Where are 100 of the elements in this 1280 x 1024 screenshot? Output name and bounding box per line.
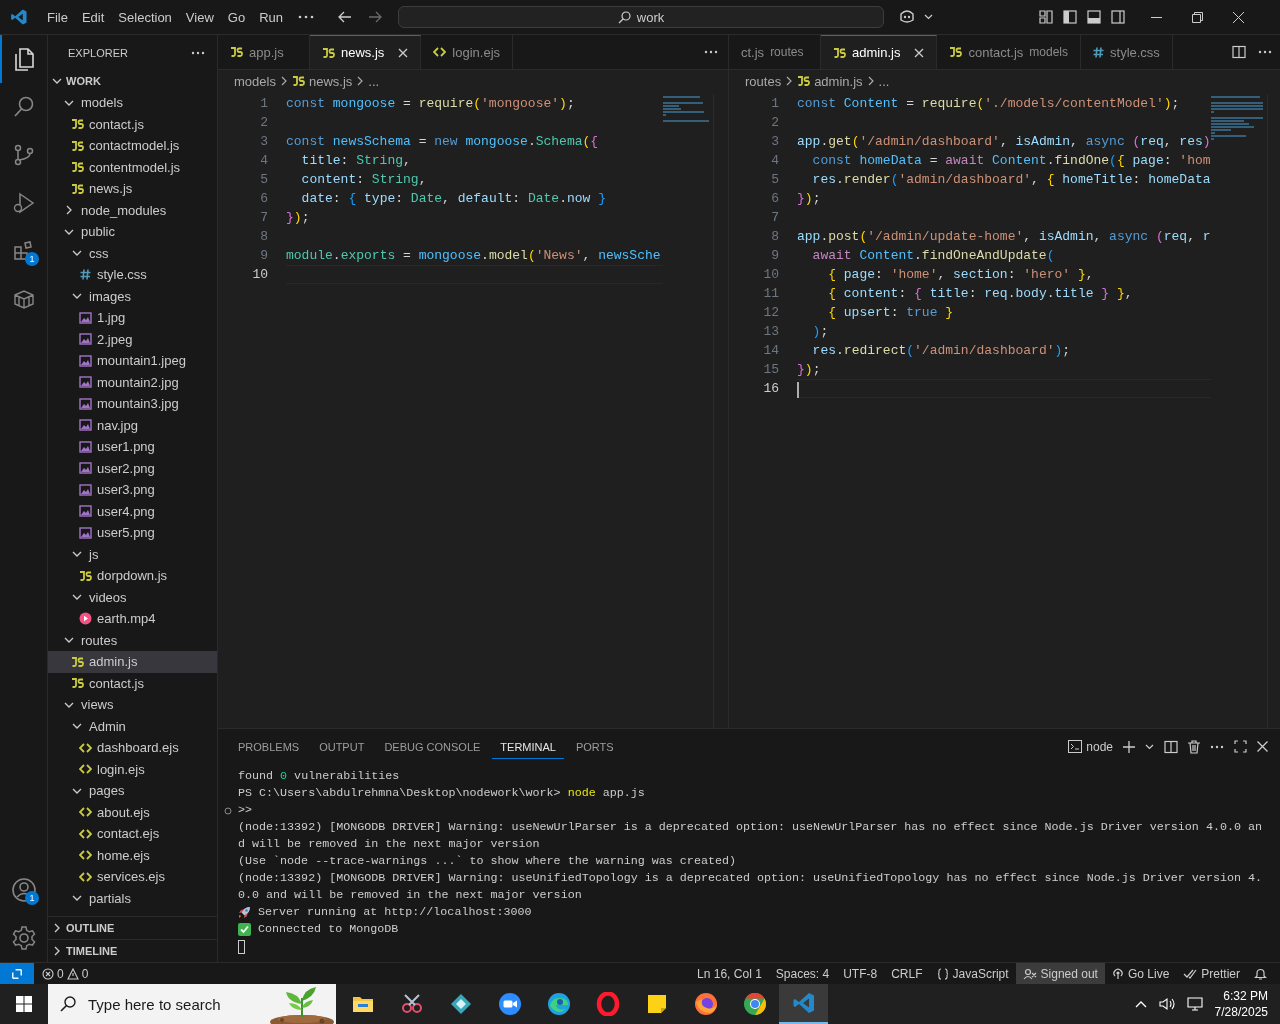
tree-item[interactable]: earth.mp4 <box>48 608 217 630</box>
chrome-ball-icon[interactable] <box>742 992 767 1016</box>
video-camera-icon[interactable] <box>497 992 522 1016</box>
tree-item[interactable]: login.ejs <box>48 758 217 780</box>
terminal-selector[interactable]: node <box>1068 739 1113 754</box>
tree-item[interactable]: home.ejs <box>48 844 217 866</box>
editor-tab[interactable]: news.js <box>310 35 422 69</box>
account-icon[interactable] <box>10 877 37 903</box>
tree-item[interactable]: dashboard.ejs <box>48 737 217 759</box>
tree-item[interactable]: images <box>48 285 217 307</box>
more-icon[interactable] <box>1258 50 1272 54</box>
close-icon[interactable] <box>1257 741 1268 752</box>
command-center[interactable]: work <box>398 6 884 28</box>
tree-item[interactable]: partials <box>48 887 217 909</box>
menu-item[interactable]: Go <box>220 5 253 29</box>
breadcrumb[interactable]: ... <box>878 73 890 89</box>
code-editor-icon[interactable] <box>791 991 816 1015</box>
editor-tab[interactable]: admin.js <box>821 35 938 69</box>
split-icon[interactable] <box>1164 739 1178 754</box>
tree-item[interactable]: user3.png <box>48 479 217 501</box>
forward-arrow-icon[interactable] <box>368 11 382 23</box>
plus-icon[interactable] <box>1123 740 1135 753</box>
trash-icon[interactable] <box>1188 739 1200 754</box>
settings-icon[interactable] <box>10 925 37 951</box>
tree-item[interactable]: views <box>48 694 217 716</box>
breadcrumb[interactable]: news.js <box>291 73 353 89</box>
tree-item[interactable]: mountain3.jpg <box>48 393 217 415</box>
breadcrumb[interactable]: routes <box>745 73 782 89</box>
windows-logo-icon[interactable] <box>16 996 32 1012</box>
tree-item[interactable]: contactmodel.js <box>48 135 217 157</box>
bell-icon[interactable] <box>1254 967 1267 980</box>
tree-item[interactable]: user2.png <box>48 457 217 479</box>
run-debug-icon[interactable] <box>11 191 36 215</box>
tree-item[interactable]: contact.ejs <box>48 823 217 845</box>
clock-time[interactable]: 6:32 PM <box>1223 988 1268 1004</box>
section-header[interactable]: OUTLINE <box>48 916 217 939</box>
tree-item[interactable]: 2.jpeg <box>48 328 217 350</box>
tree-item[interactable]: js <box>48 543 217 565</box>
breadcrumb[interactable]: ... <box>368 73 380 89</box>
tree-item[interactable]: admin.js <box>48 651 217 673</box>
secondary-sidebar-icon[interactable] <box>1111 10 1125 24</box>
menu-item[interactable]: File <box>40 5 75 29</box>
breadcrumb[interactable]: admin.js <box>797 73 863 89</box>
tree-item[interactable]: contentmodel.js <box>48 156 217 178</box>
tree-item[interactable]: services.ejs <box>48 866 217 888</box>
tree-item[interactable]: contact.js <box>48 113 217 135</box>
menu-item[interactable]: Edit <box>74 5 112 29</box>
tree-item[interactable]: mountain2.jpg <box>48 371 217 393</box>
more-icon[interactable] <box>191 50 205 55</box>
robot-face-icon[interactable] <box>898 9 916 25</box>
chevron-up-icon[interactable] <box>1134 1000 1147 1008</box>
status-item[interactable]: CRLF <box>884 962 930 985</box>
scissors-icon[interactable] <box>399 992 424 1016</box>
status-item[interactable]: Go Live <box>1104 962 1177 985</box>
tree-item[interactable]: videos <box>48 586 217 608</box>
remote-button[interactable] <box>0 962 34 985</box>
panel-tab[interactable]: PORTS <box>567 734 622 759</box>
tree-item[interactable]: routes <box>48 629 217 651</box>
menu-item[interactable]: View <box>178 5 221 29</box>
more-icon[interactable] <box>704 50 718 54</box>
restore-icon[interactable] <box>1192 11 1203 23</box>
tree-item[interactable]: nav.jpg <box>48 414 217 436</box>
tree-item[interactable]: pages <box>48 780 217 802</box>
more-icon[interactable] <box>1210 744 1224 749</box>
close-icon[interactable] <box>914 47 925 58</box>
panel-tab[interactable]: TERMINAL <box>492 734 564 759</box>
more-icon[interactable] <box>298 15 314 19</box>
ring-logo-icon[interactable] <box>595 992 620 1016</box>
wave-logo-icon[interactable] <box>546 992 571 1016</box>
tree-item[interactable]: node_modules <box>48 199 217 221</box>
fox-globe-icon[interactable] <box>693 992 718 1016</box>
tree-item[interactable]: user1.png <box>48 436 217 458</box>
panel-tab[interactable]: OUTPUT <box>311 734 373 759</box>
tree-item[interactable]: user5.png <box>48 522 217 544</box>
chevron-down-icon[interactable] <box>1145 743 1154 750</box>
panel-toggle-icon[interactable] <box>1087 10 1101 24</box>
database-icon[interactable] <box>11 287 36 311</box>
status-item[interactable]: Ln 16, Col 1 <box>690 962 769 985</box>
status-item[interactable]: JavaScript <box>929 962 1016 985</box>
section-header[interactable]: WORK <box>48 70 217 92</box>
status-item[interactable]: Prettier <box>1176 962 1247 985</box>
problems-indicator[interactable]: 0 0 <box>34 966 97 981</box>
breadcrumb[interactable]: models <box>234 73 276 89</box>
tree-item[interactable]: 1.jpg <box>48 307 217 329</box>
tree-item[interactable]: Admin <box>48 715 217 737</box>
tree-item[interactable]: css <box>48 242 217 264</box>
status-item[interactable]: Signed out <box>1015 962 1105 985</box>
panel-tab[interactable]: PROBLEMS <box>230 734 308 759</box>
tree-item[interactable]: public <box>48 221 217 243</box>
tree-item[interactable]: about.ejs <box>48 801 217 823</box>
close-icon[interactable] <box>398 47 409 58</box>
search-icon[interactable] <box>11 95 36 119</box>
maximize-icon[interactable] <box>1234 740 1247 753</box>
split-editor-icon[interactable] <box>1232 45 1246 59</box>
sidebar-toggle-icon[interactable] <box>1063 10 1077 24</box>
tree-item[interactable]: style.css <box>48 264 217 286</box>
status-item[interactable]: Spaces: 4 <box>768 962 837 985</box>
tree-item[interactable]: user4.png <box>48 500 217 522</box>
menu-item[interactable]: Selection <box>111 5 179 29</box>
chevron-down-icon[interactable] <box>924 14 933 20</box>
